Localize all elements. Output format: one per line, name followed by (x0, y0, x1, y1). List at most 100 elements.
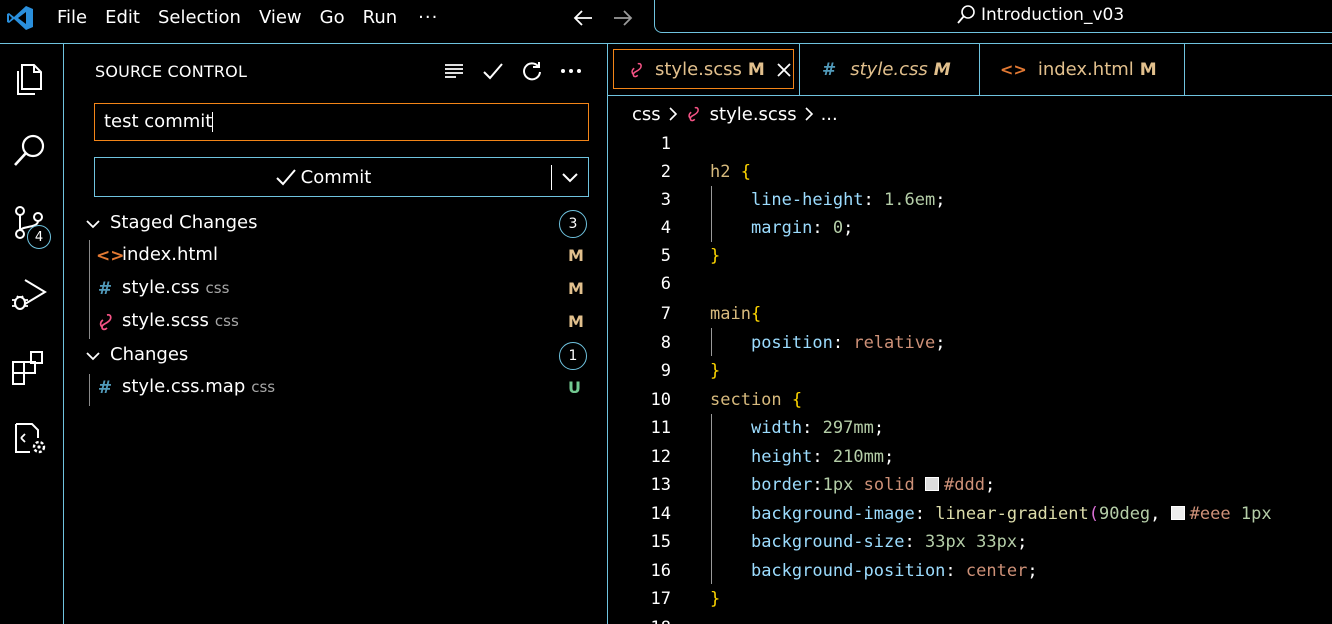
line-number: 8 (660, 333, 671, 353)
command-center[interactable]: Introduction_v03 (654, 0, 1332, 33)
code-text: } (710, 361, 721, 381)
tab-label: style.css (850, 59, 928, 80)
line-number: 10 (650, 390, 671, 410)
code-line: 3 line-height: 1.6em; (608, 186, 1332, 214)
line-number: 18 (608, 614, 671, 624)
tab-label: index.html (1037, 59, 1134, 80)
back-arrow-icon[interactable] (570, 6, 596, 30)
code-editor[interactable]: 1 2 h2 { 3 line-height: 1.6em; 4 margin: … (608, 130, 1332, 624)
more-actions-icon[interactable] (558, 58, 584, 84)
line-number: 16 (650, 561, 671, 581)
chevron-down-icon (86, 220, 100, 229)
close-icon[interactable] (775, 61, 793, 79)
menu-run[interactable]: Run (354, 0, 407, 36)
code-line: 11 width: 297mm; (608, 414, 1332, 442)
code-line: 10 section { (608, 386, 1332, 414)
refresh-icon[interactable] (519, 58, 545, 84)
commit-button[interactable]: Commit (95, 158, 551, 196)
code-line: 4 margin: 0; (608, 214, 1332, 242)
code-text: width: 297mm; (750, 418, 885, 438)
file-name: style.css (122, 277, 200, 298)
title-bar: File Edit Selection View Go Run ··· Intr… (0, 0, 1332, 36)
chevron-right-icon (667, 106, 679, 122)
search-icon (957, 5, 975, 24)
chevron-down-icon (86, 352, 100, 361)
css-file-icon: # (822, 59, 837, 80)
line-number: 1 (660, 134, 671, 154)
code-line: 5} (608, 242, 1332, 270)
line-number: 9 (660, 361, 671, 381)
menu-edit[interactable]: Edit (96, 0, 149, 36)
commit-message-input[interactable]: test commit (94, 103, 589, 141)
code-text: } (710, 589, 721, 609)
vscode-logo-icon (7, 6, 33, 30)
staged-file-row[interactable]: <> index.html M (89, 241, 593, 273)
file-directory: css (214, 312, 239, 330)
menu-view[interactable]: View (250, 0, 311, 36)
file-status-untracked: U (568, 378, 581, 397)
menu-file[interactable]: File (48, 0, 96, 36)
code-text: h2 { (710, 162, 751, 182)
staged-changes-header[interactable]: Staged Changes 3 (83, 209, 593, 239)
code-line: 8 position: relative; (608, 329, 1332, 357)
color-swatch[interactable] (925, 477, 940, 491)
commit-button-group: Commit (94, 157, 589, 197)
code-line: 9} (608, 357, 1332, 385)
explorer-icon[interactable] (10, 59, 50, 99)
code-text: height: 210mm; (750, 447, 895, 467)
menu-selection[interactable]: Selection (149, 0, 250, 36)
file-directory: css (205, 279, 230, 297)
tab-modified-indicator: M (933, 59, 951, 80)
tab-style-scss[interactable]: style.scss M (608, 44, 800, 95)
staged-file-row[interactable]: # style.css css M (89, 274, 593, 306)
code-line: 15 background-size: 33px 33px; (608, 528, 1332, 556)
color-swatch[interactable] (1170, 506, 1185, 520)
commit-check-icon[interactable] (480, 58, 506, 84)
menu-go[interactable]: Go (311, 0, 354, 36)
changes-label: Changes (110, 344, 189, 365)
line-number: 12 (650, 447, 671, 467)
check-icon (275, 169, 296, 186)
code-text: main{ (710, 304, 762, 324)
tab-modified-indicator: M (1139, 59, 1157, 80)
tab-index-html[interactable]: <> index.html M (980, 44, 1185, 95)
activity-bar: 4 (0, 44, 64, 624)
html-file-icon: <> (1000, 60, 1027, 79)
menu-bar: File Edit Selection View Go Run ··· (48, 0, 450, 36)
run-debug-icon[interactable] (10, 274, 50, 314)
html-file-icon: <> (96, 246, 125, 266)
code-text: section { (710, 390, 803, 410)
breadcrumb-folder[interactable]: css (632, 104, 661, 125)
file-name: style.scss (122, 310, 209, 331)
menu-more-icon[interactable]: ··· (406, 0, 450, 36)
extensions-icon[interactable] (10, 348, 50, 388)
code-line: 7 main{ (608, 300, 1332, 328)
workspace-name: Introduction_v03 (981, 5, 1125, 25)
commit-dropdown-button[interactable] (552, 158, 588, 196)
code-text: background-position: center; (750, 561, 1038, 581)
tab-style-css[interactable]: # style.css M (800, 44, 980, 95)
chevron-down-icon (562, 173, 578, 183)
staged-file-row[interactable]: style.scss css M (89, 307, 593, 339)
line-number: 7 (660, 304, 671, 324)
breadcrumb-symbol[interactable]: ... (821, 104, 838, 125)
changes-count: 1 (559, 342, 587, 370)
forward-arrow-icon[interactable] (610, 6, 636, 30)
changed-file-row[interactable]: # style.css.map css U (89, 373, 593, 405)
line-number: 6 (660, 274, 671, 294)
line-number: 2 (660, 162, 671, 182)
chevron-right-icon (803, 106, 815, 122)
code-text: position: relative; (750, 333, 946, 353)
breadcrumb-file[interactable]: style.scss (710, 104, 797, 125)
staged-changes-label: Staged Changes (110, 212, 258, 233)
search-icon[interactable] (10, 130, 50, 170)
code-text: background-size: 33px 33px; (750, 532, 1028, 552)
changes-header[interactable]: Changes 1 (83, 341, 593, 371)
scss-file-icon (631, 62, 642, 77)
code-text: border:1px solid #ddd; (750, 475, 996, 495)
code-line: 17} (608, 585, 1332, 613)
line-number: 4 (660, 218, 671, 238)
tab-modified-indicator: M (747, 59, 765, 80)
remote-explorer-icon[interactable] (10, 418, 50, 458)
view-as-tree-icon[interactable] (441, 58, 467, 84)
